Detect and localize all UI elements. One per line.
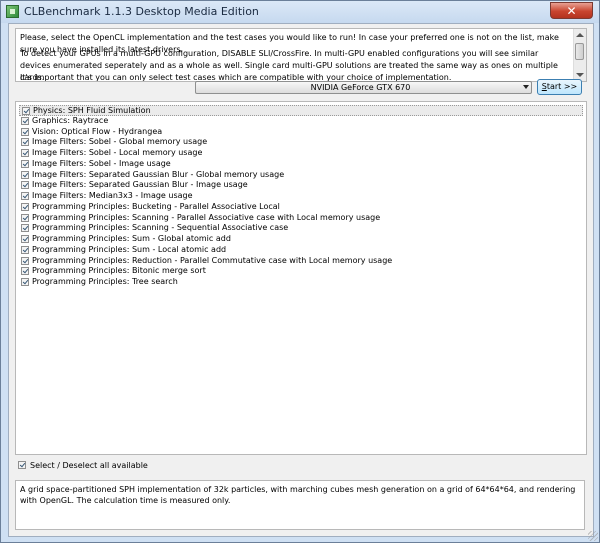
test-case-item[interactable]: Image Filters: Sobel - Image usage xyxy=(19,159,583,170)
test-description-textbox: A grid space-partitioned SPH implementat… xyxy=(15,480,585,530)
test-case-label: Programming Principles: Scanning - Seque… xyxy=(32,223,289,233)
instructions-textbox[interactable]: Please, select the OpenCL implementation… xyxy=(15,28,587,82)
select-all-label: Select / Deselect all available xyxy=(30,461,148,470)
checkbox-checked-icon[interactable] xyxy=(21,181,29,190)
test-case-label: Programming Principles: Reduction - Para… xyxy=(32,255,393,265)
app-window: CLBenchmark 1.1.3 Desktop Media Edition … xyxy=(0,0,600,543)
test-case-item[interactable]: Programming Principles: Sum - Global ato… xyxy=(19,234,583,245)
test-case-item[interactable]: Image Filters: Median3x3 - Image usage xyxy=(19,191,583,202)
checkbox-checked-icon[interactable] xyxy=(21,149,29,157)
checkbox-checked-icon[interactable] xyxy=(21,116,29,125)
close-button[interactable]: ✕ xyxy=(550,2,593,19)
window-title: CLBenchmark 1.1.3 Desktop Media Edition xyxy=(24,5,259,18)
test-case-label: Programming Principles: Tree search xyxy=(32,277,178,286)
test-case-label: Vision: Optical Flow - Hydrangea xyxy=(32,126,163,136)
test-case-label: Physics: SPH Fluid Simulation xyxy=(33,106,151,115)
test-case-label: Graphics: Raytrace xyxy=(32,115,109,125)
test-case-list: Physics: SPH Fluid Simulation Graphics: R… xyxy=(19,105,583,288)
test-case-label: Programming Principles: Sum - Local atom… xyxy=(32,244,227,254)
test-case-item[interactable]: Programming Principles: Sum - Local atom… xyxy=(19,245,583,256)
checkbox-checked-icon[interactable] xyxy=(22,107,30,115)
test-case-item[interactable]: Programming Principles: Reduction - Para… xyxy=(19,256,583,267)
checkbox-checked-icon[interactable] xyxy=(21,170,29,179)
checkbox-checked-icon[interactable] xyxy=(21,224,29,233)
checkbox-checked-icon[interactable] xyxy=(21,159,29,168)
scroll-down-arrow-icon[interactable] xyxy=(576,73,584,77)
test-case-item[interactable]: Programming Principles: Tree search xyxy=(19,277,583,288)
instructions-scrollbar[interactable] xyxy=(573,29,586,81)
app-icon xyxy=(6,5,19,18)
chevron-down-icon[interactable] xyxy=(523,85,529,89)
checkbox-checked-icon[interactable] xyxy=(21,138,29,147)
test-case-item[interactable]: Image Filters: Separated Gaussian Blur -… xyxy=(19,180,583,191)
resize-grip[interactable] xyxy=(588,531,598,541)
checkbox-checked-icon[interactable] xyxy=(21,267,29,276)
test-case-item[interactable]: Physics: SPH Fluid Simulation xyxy=(19,105,583,116)
test-case-label: Programming Principles: Bucketing - Para… xyxy=(32,201,280,211)
main-panel: Please, select the OpenCL implementation… xyxy=(8,23,594,537)
start-button[interactable]: Start >> xyxy=(537,79,582,95)
test-case-label: Image Filters: Sobel - Global memory usa… xyxy=(32,137,208,147)
scroll-up-arrow-icon[interactable] xyxy=(576,33,584,37)
test-case-label: Image Filters: Median3x3 - Image usage xyxy=(32,191,193,200)
checkbox-checked-icon[interactable] xyxy=(21,192,29,200)
checkbox-checked-icon[interactable] xyxy=(21,256,29,265)
test-case-item[interactable]: Programming Principles: Scanning - Seque… xyxy=(19,223,583,234)
title-bar[interactable]: CLBenchmark 1.1.3 Desktop Media Edition … xyxy=(1,1,599,23)
scroll-thumb[interactable] xyxy=(575,43,584,60)
test-case-label: Image Filters: Sobel - Image usage xyxy=(32,158,171,168)
checkbox-checked-icon[interactable] xyxy=(21,213,29,222)
test-case-item[interactable]: Image Filters: Sobel - Global memory usa… xyxy=(19,137,583,148)
test-case-label: Programming Principles: Scanning - Paral… xyxy=(32,212,381,222)
test-case-item[interactable]: Vision: Optical Flow - Hydrangea xyxy=(19,127,583,138)
test-case-label: Image Filters: Separated Gaussian Blur -… xyxy=(32,169,285,179)
test-case-label: Programming Principles: Sum - Global ato… xyxy=(32,234,231,243)
close-icon: ✕ xyxy=(566,4,577,18)
opencl-device-dropdown[interactable]: NVIDIA GeForce GTX 670 xyxy=(195,81,532,94)
checkbox-checked-icon[interactable] xyxy=(21,127,29,136)
checkbox-checked-icon[interactable] xyxy=(21,278,29,286)
test-case-label: Programming Principles: Bitonic merge so… xyxy=(32,266,206,276)
checkbox-checked-icon[interactable] xyxy=(21,245,29,254)
checkbox-checked-icon[interactable] xyxy=(21,235,29,243)
test-case-item[interactable]: Programming Principles: Bucketing - Para… xyxy=(19,202,583,213)
selected-device: NVIDIA GeForce GTX 670 xyxy=(310,83,411,92)
test-case-label: Image Filters: Separated Gaussian Blur -… xyxy=(32,180,248,190)
test-case-item[interactable]: Image Filters: Sobel - Local memory usag… xyxy=(19,148,583,159)
checkbox-checked-icon[interactable] xyxy=(18,461,26,469)
test-case-list-panel: Physics: SPH Fluid Simulation Graphics: R… xyxy=(15,101,587,455)
checkbox-checked-icon[interactable] xyxy=(21,202,29,211)
test-case-item[interactable]: Programming Principles: Scanning - Paral… xyxy=(19,213,583,224)
select-all-checkbox[interactable]: Select / Deselect all available xyxy=(18,460,148,471)
test-case-label: Image Filters: Sobel - Local memory usag… xyxy=(32,148,203,157)
test-case-item[interactable]: Image Filters: Separated Gaussian Blur -… xyxy=(19,170,583,181)
test-case-item[interactable]: Programming Principles: Bitonic merge so… xyxy=(19,266,583,277)
test-case-item[interactable]: Graphics: Raytrace xyxy=(19,116,583,127)
